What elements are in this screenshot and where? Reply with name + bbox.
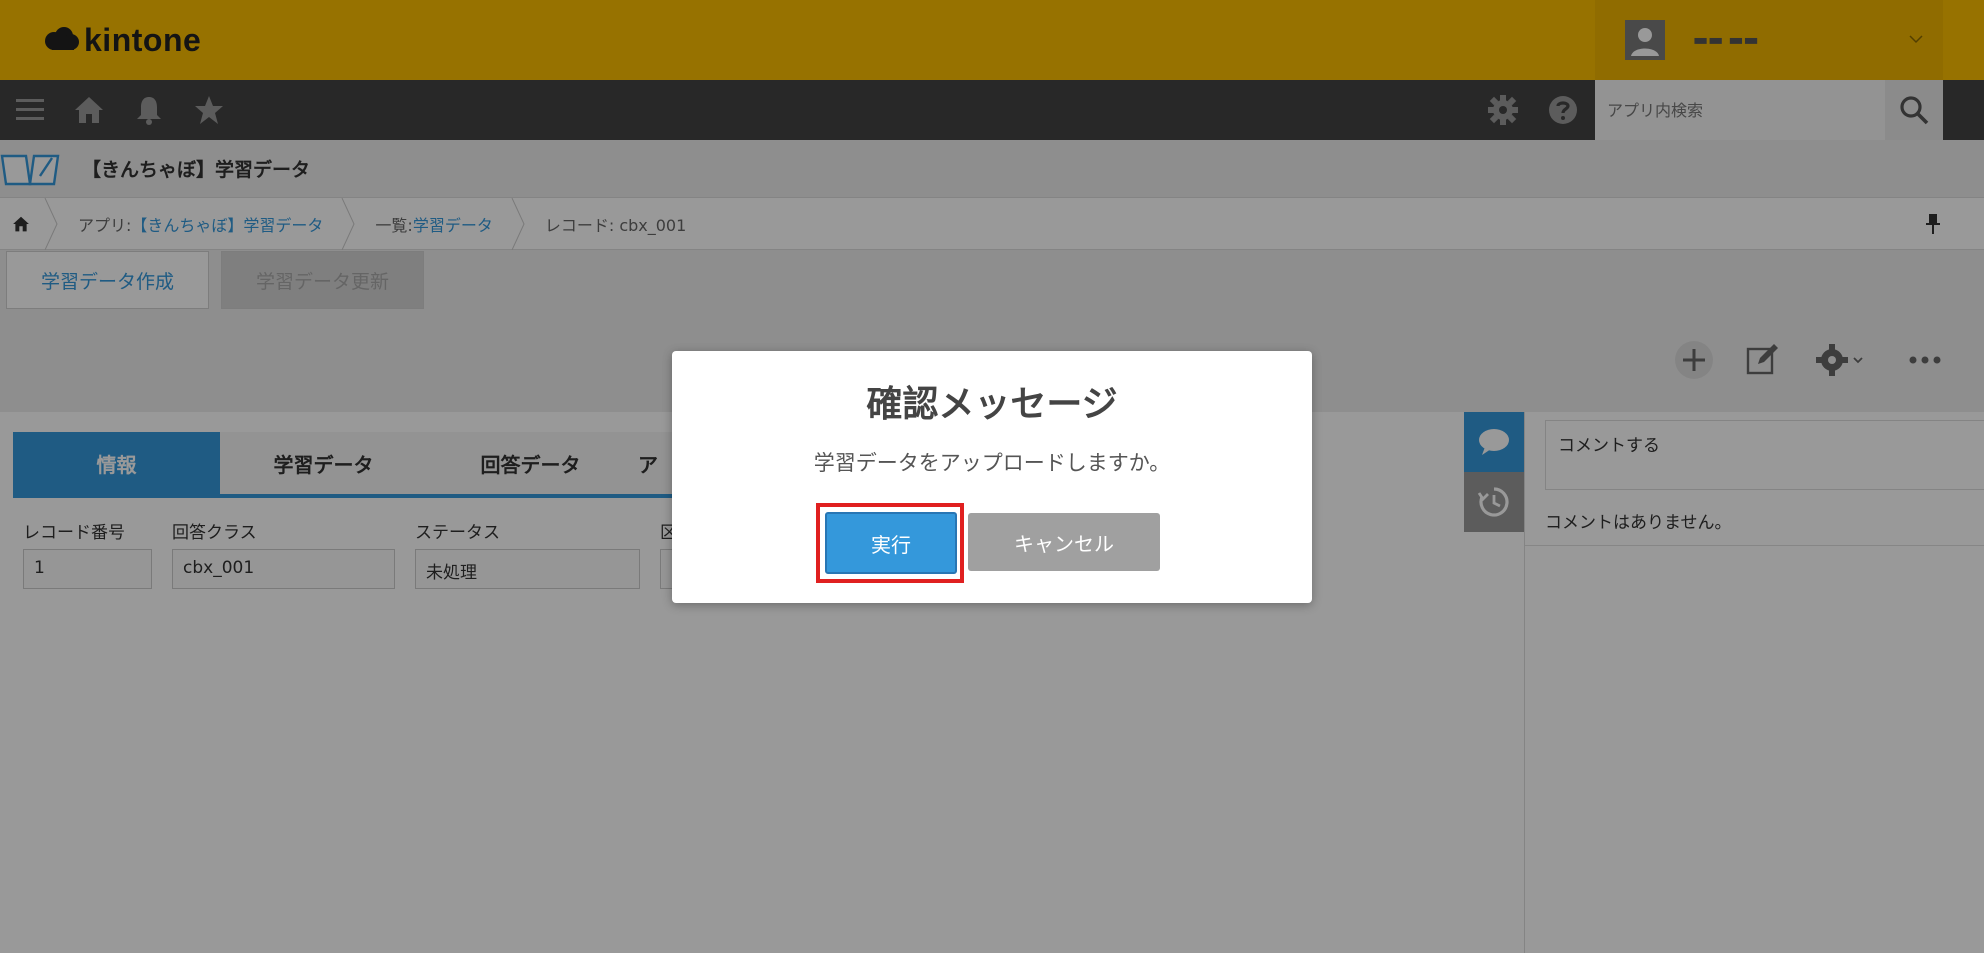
dialog-title: 確認メッセージ bbox=[866, 384, 1118, 425]
execute-button[interactable]: 実行 bbox=[825, 512, 957, 574]
cancel-button[interactable]: キャンセル bbox=[968, 513, 1160, 571]
confirm-dialog: 確認メッセージ 学習データをアップロードしますか。 実行 キャンセル bbox=[672, 351, 1312, 603]
dialog-message: 学習データをアップロードしますか。 bbox=[813, 451, 1171, 475]
confirm-highlight: 実行 bbox=[816, 503, 964, 583]
